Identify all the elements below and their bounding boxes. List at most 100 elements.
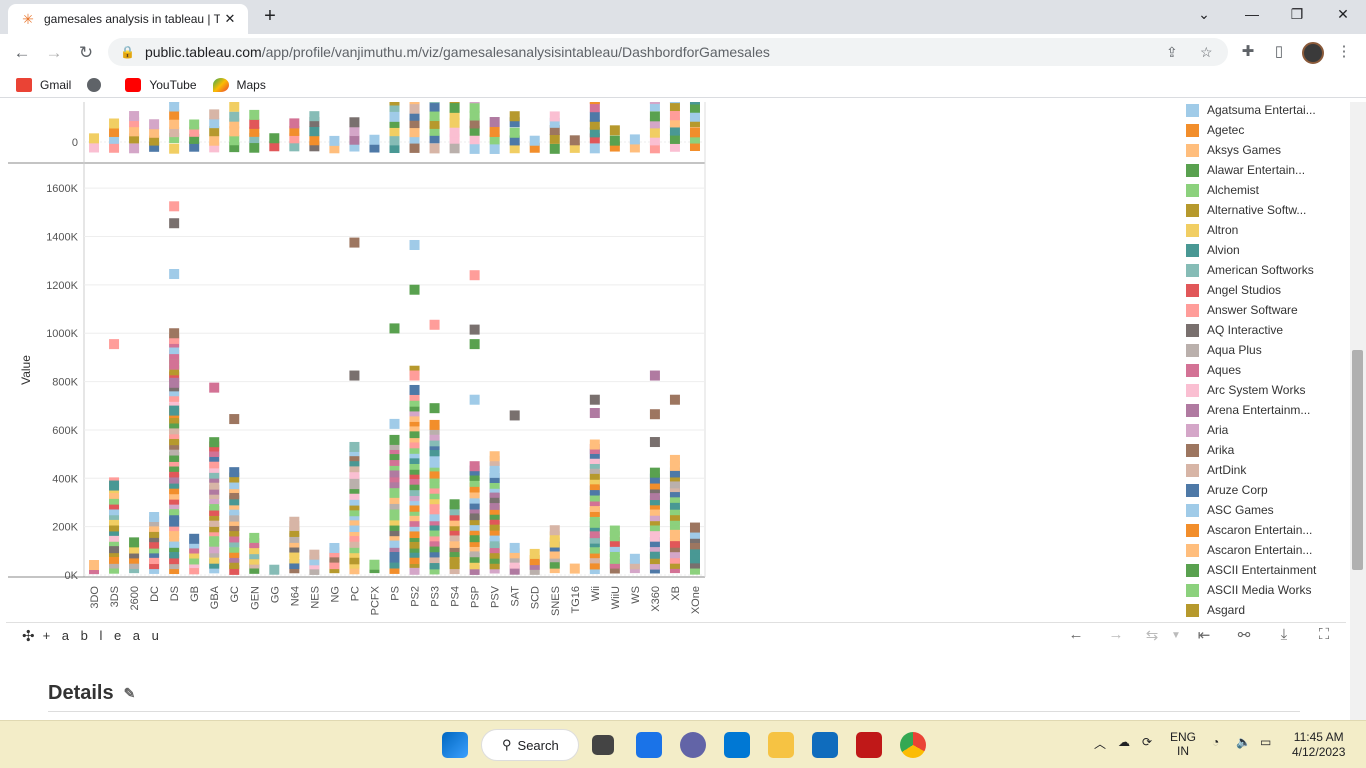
legend-item[interactable]: Altron xyxy=(1186,220,1238,240)
top-panel-mark xyxy=(449,102,460,104)
teams-chat-icon[interactable] xyxy=(680,732,706,758)
share-icon[interactable]: ⇪ xyxy=(1166,44,1178,61)
legend-item[interactable]: Arc System Works xyxy=(1186,380,1305,400)
legend-item[interactable]: Alawar Entertain... xyxy=(1186,160,1305,180)
active-tab[interactable]: ✳ gamesales analysis in tableau | Ta ✕ xyxy=(8,4,248,34)
legend-item[interactable]: Ascaron Entertain... xyxy=(1186,520,1312,540)
legend-label: Answer Software xyxy=(1207,303,1298,317)
top-panel-mark xyxy=(649,102,660,105)
legend-item[interactable]: Arena Entertainm... xyxy=(1186,400,1310,420)
legend-item[interactable]: Aques xyxy=(1186,360,1241,380)
reload-button[interactable]: ↻ xyxy=(70,43,102,63)
legend-item[interactable]: Alvion xyxy=(1186,240,1240,260)
top-panel-mark xyxy=(209,118,220,129)
download-icon[interactable]: ⤓ xyxy=(1272,626,1296,643)
legend-item[interactable]: ASCII Media Works xyxy=(1186,580,1311,600)
bookmark-maps[interactable]: Maps xyxy=(212,77,266,92)
legend-item[interactable]: Aqua Plus xyxy=(1186,340,1262,360)
legend-item[interactable]: Asgard xyxy=(1186,600,1245,620)
data-mark xyxy=(669,454,680,465)
legend-label: Alawar Entertain... xyxy=(1207,163,1306,177)
share-network-icon[interactable]: ⚯ xyxy=(1232,626,1256,644)
volume-icon[interactable]: 🔈 xyxy=(1236,735,1251,749)
restore-button[interactable]: ❐ xyxy=(1283,6,1311,23)
windows-start-icon[interactable] xyxy=(442,732,468,758)
file-explorer-icon[interactable] xyxy=(768,732,794,758)
legend-item[interactable]: Aruze Corp xyxy=(1186,480,1268,500)
close-window-button[interactable]: ✕ xyxy=(1329,6,1357,23)
legend-item[interactable]: Alternative Softw... xyxy=(1186,200,1306,220)
legend-item[interactable]: AQ Interactive xyxy=(1186,320,1283,340)
redo-icon[interactable]: → xyxy=(1104,626,1128,643)
scrollbar-thumb[interactable] xyxy=(1352,350,1363,570)
legend-item[interactable]: Alchemist xyxy=(1186,180,1259,200)
x-tick-label: TG16 xyxy=(570,586,582,614)
legend-label: ASCII Entertainment xyxy=(1207,563,1317,577)
clock[interactable]: 11:45 AM 4/12/2023 xyxy=(1292,730,1345,760)
task-view-icon[interactable] xyxy=(592,735,614,755)
tray-chevron-icon[interactable]: ︿ xyxy=(1094,735,1106,752)
mcafee-icon[interactable] xyxy=(856,732,882,758)
extensions-puzzle-icon[interactable]: ✚ xyxy=(1237,42,1259,60)
legend-item[interactable]: Arika xyxy=(1186,440,1234,460)
wifi-icon[interactable]: ◔ xyxy=(1212,735,1219,749)
legend-item[interactable]: Angel Studios xyxy=(1186,280,1281,300)
data-mark xyxy=(209,437,220,448)
bookmark-gmail[interactable]: Gmail xyxy=(16,77,71,92)
widgets-icon[interactable] xyxy=(636,732,662,758)
legend-item[interactable]: Agatsuma Entertai... xyxy=(1186,102,1316,120)
legend-item[interactable]: Aksys Games xyxy=(1186,140,1281,160)
forward-button[interactable]: → xyxy=(38,43,70,63)
legend-label: AQ Interactive xyxy=(1207,323,1284,337)
x-tick-label: SCD xyxy=(530,586,542,609)
legend-item[interactable]: ArtDink xyxy=(1186,460,1246,480)
legend-swatch xyxy=(1186,503,1199,517)
lock-icon[interactable]: 🔒 xyxy=(120,45,135,59)
fullscreen-icon[interactable]: ⛶ xyxy=(1312,626,1336,643)
legend-item[interactable]: Aria xyxy=(1186,420,1228,440)
outlier-mark xyxy=(669,394,680,405)
edit-pencil-icon[interactable]: ✎ xyxy=(124,685,136,702)
profile-avatar[interactable] xyxy=(1302,42,1324,64)
revert-dropdown-icon[interactable]: ▼ xyxy=(1164,630,1188,641)
bookmark-globe[interactable] xyxy=(87,77,109,92)
battery-icon[interactable]: ▭ xyxy=(1260,735,1271,749)
bookmark-star-icon[interactable]: ☆ xyxy=(1200,44,1213,61)
store-icon[interactable] xyxy=(724,732,750,758)
l-app-icon[interactable] xyxy=(812,732,838,758)
y-tick-label: 1200K xyxy=(46,280,78,292)
undo-icon[interactable]: ← xyxy=(1064,626,1088,643)
tab-search-chevron-icon[interactable]: ⌄ xyxy=(1190,6,1218,23)
reset-icon[interactable]: ⇤ xyxy=(1192,626,1216,644)
legend-item[interactable]: ASC Games xyxy=(1186,500,1274,520)
chrome-taskbar-icon[interactable] xyxy=(900,732,926,758)
taskbar-search[interactable]: ⚲ Search xyxy=(481,729,579,761)
minimize-button[interactable]: — xyxy=(1238,6,1266,22)
close-tab-icon[interactable]: ✕ xyxy=(220,11,240,27)
side-panel-icon[interactable]: ▯ xyxy=(1268,42,1290,60)
top-panel-mark xyxy=(469,134,480,145)
top-panel-mark xyxy=(349,126,360,137)
legend-item[interactable]: Agetec xyxy=(1186,120,1244,140)
new-tab-button[interactable]: + xyxy=(258,5,282,28)
chrome-menu-icon[interactable]: ⋮ xyxy=(1333,42,1355,60)
legend-item[interactable]: Answer Software xyxy=(1186,300,1298,320)
x-tick-label: XB xyxy=(670,586,682,601)
legend-swatch xyxy=(1186,283,1199,297)
legend-label: Altron xyxy=(1207,223,1239,237)
back-button[interactable]: ← xyxy=(6,43,38,63)
bookmark-youtube[interactable]: YouTube xyxy=(125,77,197,92)
page-scrollbar[interactable] xyxy=(1350,102,1366,720)
top-panel-mark xyxy=(449,127,460,138)
legend-item[interactable]: ASCII Entertainment xyxy=(1186,560,1316,580)
revert-icon[interactable]: ⇆ xyxy=(1140,626,1164,644)
onedrive-icon[interactable]: ☁ xyxy=(1118,735,1130,749)
legend-item[interactable]: American Softworks xyxy=(1186,260,1314,280)
data-mark xyxy=(489,451,500,462)
tableau-logo[interactable]: ✣ + a b l e a u xyxy=(22,627,163,645)
legend-swatch xyxy=(1186,223,1199,237)
legend-item[interactable]: Ascaron Entertain... xyxy=(1186,540,1312,560)
language-indicator[interactable]: ENG IN xyxy=(1170,730,1196,758)
sync-icon[interactable]: ⟳ xyxy=(1142,735,1152,749)
address-bar[interactable]: 🔒 public.tableau.com/app/profile/vanjimu… xyxy=(108,38,1228,66)
